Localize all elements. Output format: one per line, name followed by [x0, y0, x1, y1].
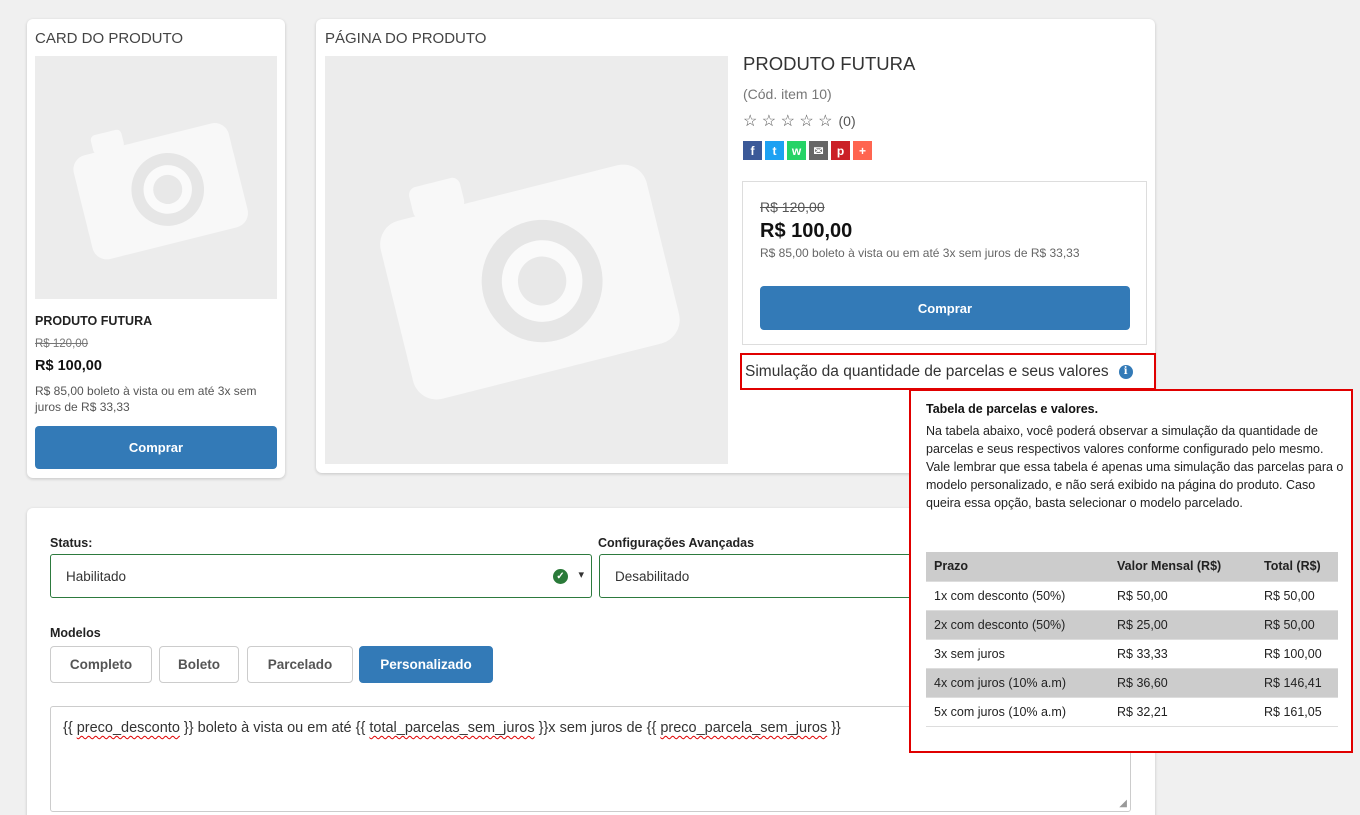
table-header-total: Total (R$)	[1256, 552, 1338, 582]
card-installments-text: R$ 85,00 boleto à vista ou em até 3x sem…	[35, 384, 257, 414]
table-header-valor-mensal: Valor Mensal (R$)	[1109, 552, 1256, 582]
table-cell: R$ 146,41	[1256, 668, 1338, 698]
table-cell: R$ 32,21	[1109, 697, 1256, 727]
installments-table: Prazo Valor Mensal (R$) Total (R$) 1x co…	[926, 552, 1338, 727]
star-icons[interactable]: ☆ ☆ ☆ ☆ ☆	[743, 111, 833, 131]
card-buy-button[interactable]: Comprar	[35, 426, 277, 469]
rating-count: (0)	[838, 113, 856, 129]
template-variable: preco_parcela_sem_juros	[660, 720, 828, 736]
info-icon[interactable]: i	[1118, 364, 1133, 379]
simulation-label: Simulação da quantidade de parcelas e se…	[745, 362, 1109, 380]
table-cell: R$ 36,60	[1109, 668, 1256, 698]
twitter-share-icon[interactable]: t	[765, 141, 784, 160]
template-variable: preco_desconto	[76, 720, 180, 736]
table-row: 4x com juros (10% a.m) R$ 36,60 R$ 146,41	[926, 668, 1338, 698]
model-completo-button[interactable]: Completo	[50, 646, 152, 683]
camera-placeholder-image-large	[325, 56, 728, 464]
card-price: R$ 100,00	[35, 358, 102, 374]
page-installments-text: R$ 85,00 boleto à vista ou em até 3x sem…	[760, 246, 1080, 260]
table-header-prazo: Prazo	[926, 552, 1109, 582]
installments-popover: Tabela de parcelas e valores. Na tabela …	[909, 389, 1353, 753]
status-select[interactable]: Habilitado ✓ ▾	[50, 554, 592, 598]
table-cell: 4x com juros (10% a.m)	[926, 668, 1109, 698]
whatsapp-share-icon[interactable]: w	[787, 141, 806, 160]
table-header-row: Prazo Valor Mensal (R$) Total (R$)	[926, 552, 1338, 582]
model-boleto-button[interactable]: Boleto	[159, 646, 239, 683]
table-cell: R$ 33,33	[1109, 639, 1256, 669]
template-variable: total_parcelas_sem_juros	[369, 720, 535, 736]
share-buttons: f t w ✉ p +	[743, 141, 872, 160]
table-cell: 2x com desconto (50%)	[926, 610, 1109, 640]
template-text: {{	[63, 720, 77, 736]
page-buy-button[interactable]: Comprar	[760, 286, 1130, 330]
template-text: }} boleto à vista ou em até {{	[179, 720, 370, 736]
status-label: Status:	[50, 536, 93, 550]
table-cell: 5x com juros (10% a.m)	[926, 697, 1109, 727]
advanced-settings-value: Desabilitado	[615, 569, 690, 584]
card-old-price: R$ 120,00	[35, 338, 89, 350]
table-row: 5x com juros (10% a.m) R$ 32,21 R$ 161,05	[926, 697, 1338, 727]
table-cell: 3x sem juros	[926, 639, 1109, 669]
card-product-name: PRODUTO FUTURA	[35, 314, 153, 328]
rating-stars[interactable]: ☆ ☆ ☆ ☆ ☆ (0)	[743, 111, 856, 131]
template-text: }}	[827, 720, 841, 736]
table-cell: R$ 50,00	[1256, 581, 1338, 611]
page-price: R$ 100,00	[760, 220, 853, 242]
table-cell: R$ 161,05	[1256, 697, 1338, 727]
table-cell: 1x com desconto (50%)	[926, 581, 1109, 611]
email-share-icon[interactable]: ✉	[809, 141, 828, 160]
popover-description: Na tabela abaixo, você poderá observar a…	[926, 424, 1344, 510]
table-row: 1x com desconto (50%) R$ 50,00 R$ 50,00	[926, 581, 1338, 611]
valid-check-icon: ✓	[553, 569, 568, 584]
page-old-price: R$ 120,00	[760, 199, 825, 215]
advanced-settings-label: Configurações Avançadas	[598, 536, 755, 550]
pinterest-share-icon[interactable]: p	[831, 141, 850, 160]
page-product-code: (Cód. item 10)	[743, 86, 832, 102]
table-cell: R$ 50,00	[1109, 581, 1256, 611]
chevron-down-icon: ▾	[578, 569, 584, 581]
camera-placeholder-image	[35, 56, 277, 299]
models-label: Modelos	[50, 626, 101, 640]
status-value: Habilitado	[66, 569, 127, 584]
price-box: R$ 120,00 R$ 100,00 R$ 85,00 boleto à vi…	[742, 181, 1147, 345]
table-cell: R$ 50,00	[1256, 610, 1338, 640]
popover-title: Tabela de parcelas e valores.	[926, 402, 1099, 416]
model-parcelado-button[interactable]: Parcelado	[247, 646, 353, 683]
model-personalizado-button[interactable]: Personalizado	[359, 646, 493, 683]
table-cell: R$ 100,00	[1256, 639, 1338, 669]
page-product-title: PRODUTO FUTURA	[743, 53, 916, 74]
installment-simulation-trigger[interactable]: Simulação da quantidade de parcelas e se…	[740, 353, 1156, 390]
product-card-preview: CARD DO PRODUTO PRODUTO FUTURA R$ 120,00…	[27, 19, 285, 478]
table-row: 3x sem juros R$ 33,33 R$ 100,00	[926, 639, 1338, 669]
resize-handle-icon[interactable]: ◢	[1119, 798, 1127, 809]
page-section-title: PÁGINA DO PRODUTO	[325, 30, 487, 47]
facebook-share-icon[interactable]: f	[743, 141, 762, 160]
table-row: 2x com desconto (50%) R$ 25,00 R$ 50,00	[926, 610, 1338, 640]
table-cell: R$ 25,00	[1109, 610, 1256, 640]
template-text: }}x sem juros de {{	[534, 720, 661, 736]
card-section-title: CARD DO PRODUTO	[35, 30, 184, 47]
more-share-icon[interactable]: +	[853, 141, 872, 160]
